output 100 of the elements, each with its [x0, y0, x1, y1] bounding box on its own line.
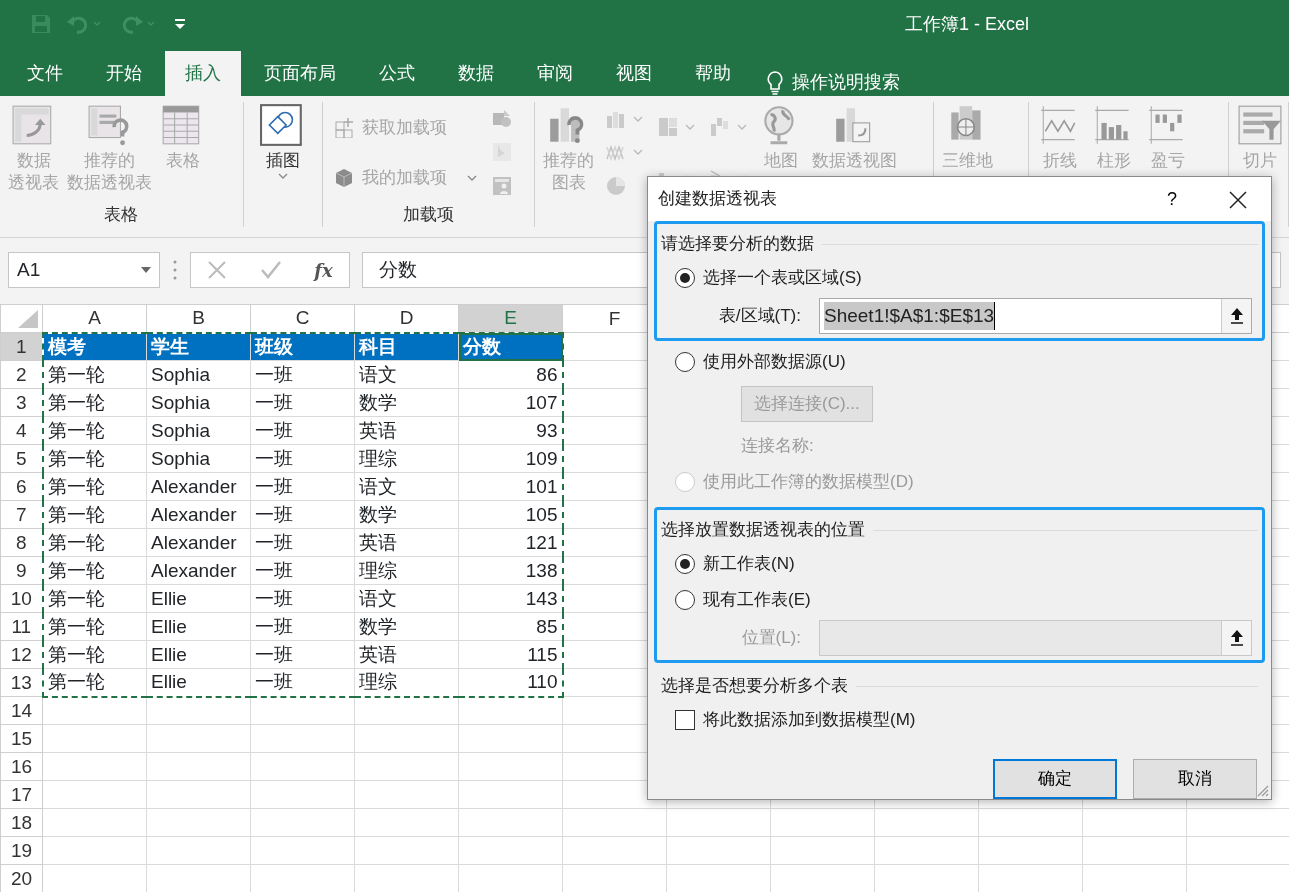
radio-button[interactable] — [675, 590, 695, 610]
table-cell[interactable]: 一班 — [250, 472, 355, 501]
column-header[interactable]: D — [354, 304, 459, 333]
table-cell[interactable]: 模考 — [42, 332, 147, 361]
ribbon-tab[interactable]: 文件 — [7, 51, 83, 96]
row-header[interactable]: 15 — [0, 724, 43, 753]
table-cell[interactable]: 143 — [458, 584, 563, 613]
radio-button[interactable] — [675, 554, 695, 574]
column-header[interactable]: A — [42, 304, 147, 333]
radio-label[interactable]: 选择一个表或区域(S) — [703, 265, 862, 291]
row-header[interactable]: 9 — [0, 556, 43, 585]
table-cell[interactable]: 一班 — [250, 500, 355, 529]
table-cell[interactable]: 一班 — [250, 360, 355, 389]
resize-grip-icon[interactable] — [1255, 783, 1269, 797]
table-cell[interactable]: 学生 — [146, 332, 251, 361]
table-cell[interactable]: 数学 — [354, 500, 459, 529]
table-cell[interactable]: 科目 — [354, 332, 459, 361]
radio-label[interactable]: 现有工作表(E) — [703, 587, 811, 613]
table-cell[interactable]: Alexander — [146, 556, 251, 585]
table-cell[interactable]: 一班 — [250, 668, 355, 697]
table-cell[interactable]: Ellie — [146, 584, 251, 613]
ribbon-tab[interactable]: 公式 — [359, 51, 435, 96]
row-header[interactable]: 11 — [0, 612, 43, 641]
table-cell[interactable]: 一班 — [250, 556, 355, 585]
table-cell[interactable]: 第一轮 — [42, 640, 147, 669]
ribbon-tab[interactable]: 页面布局 — [244, 51, 356, 96]
ribbon-tab[interactable]: 审阅 — [517, 51, 593, 96]
tell-me-search[interactable]: 操作说明搜索 — [792, 69, 900, 96]
table-cell[interactable]: 一班 — [250, 528, 355, 557]
table-cell[interactable]: 一班 — [250, 416, 355, 445]
row-header[interactable]: 13 — [0, 668, 43, 697]
table-cell[interactable]: 一班 — [250, 444, 355, 473]
table-cell[interactable]: 第一轮 — [42, 584, 147, 613]
radio-button[interactable] — [675, 268, 695, 288]
table-cell[interactable]: 105 — [458, 500, 563, 529]
table-cell[interactable]: 班级 — [250, 332, 355, 361]
ribbon-tab[interactable]: 数据 — [438, 51, 514, 96]
row-header[interactable]: 4 — [0, 416, 43, 445]
row-header[interactable]: 2 — [0, 360, 43, 389]
table-cell[interactable]: 101 — [458, 472, 563, 501]
radio-button[interactable] — [675, 352, 695, 372]
table-cell[interactable]: 121 — [458, 528, 563, 557]
table-cell[interactable]: 第一轮 — [42, 472, 147, 501]
table-cell[interactable]: 115 — [458, 640, 563, 669]
radio-label[interactable]: 新工作表(N) — [703, 551, 795, 577]
table-cell[interactable]: 分数 — [458, 332, 563, 361]
table-cell[interactable]: Sophia — [146, 444, 251, 473]
table-cell[interactable]: 理综 — [354, 444, 459, 473]
table-cell[interactable]: 数学 — [354, 388, 459, 417]
table-cell[interactable]: 107 — [458, 388, 563, 417]
table-cell[interactable]: Ellie — [146, 668, 251, 697]
customize-icon[interactable] — [174, 17, 186, 31]
table-cell[interactable]: 英语 — [354, 528, 459, 557]
table-cell[interactable]: 第一轮 — [42, 360, 147, 389]
radio-label[interactable]: 使用外部数据源(U) — [703, 349, 846, 375]
ribbon-tab[interactable]: 开始 — [86, 51, 162, 96]
save-icon[interactable] — [30, 13, 52, 35]
cancel-icon[interactable] — [207, 260, 228, 280]
table-cell[interactable]: 第一轮 — [42, 668, 147, 697]
table-cell[interactable]: 一班 — [250, 388, 355, 417]
table-cell[interactable]: 一班 — [250, 612, 355, 641]
row-header[interactable]: 7 — [0, 500, 43, 529]
table-cell[interactable]: 理综 — [354, 668, 459, 697]
table-cell[interactable]: 110 — [458, 668, 563, 697]
help-button[interactable]: ? — [1161, 184, 1183, 214]
row-header[interactable]: 14 — [0, 696, 43, 725]
row-header[interactable]: 19 — [0, 836, 43, 865]
table-cell[interactable]: Ellie — [146, 640, 251, 669]
table-cell[interactable]: 第一轮 — [42, 416, 147, 445]
row-header[interactable]: 16 — [0, 752, 43, 781]
column-header[interactable]: B — [146, 304, 251, 333]
row-header[interactable]: 12 — [0, 640, 43, 669]
dialog-button[interactable]: 取消 — [1133, 759, 1257, 799]
row-header[interactable]: 18 — [0, 808, 43, 837]
table-cell[interactable]: 第一轮 — [42, 500, 147, 529]
table-cell[interactable]: 第一轮 — [42, 388, 147, 417]
table-cell[interactable]: Sophia — [146, 388, 251, 417]
table-cell[interactable]: 英语 — [354, 416, 459, 445]
table-cell[interactable]: 138 — [458, 556, 563, 585]
column-header[interactable]: C — [250, 304, 355, 333]
check-icon[interactable] — [259, 260, 282, 280]
insert-function-button[interactable]: fx — [314, 256, 333, 284]
table-cell[interactable]: 语文 — [354, 472, 459, 501]
table-cell[interactable]: 理综 — [354, 556, 459, 585]
ribbon-button[interactable]: 插图 — [258, 102, 309, 203]
row-header[interactable]: 6 — [0, 472, 43, 501]
table-cell[interactable]: Alexander — [146, 472, 251, 501]
row-header[interactable]: 5 — [0, 444, 43, 473]
checkbox[interactable] — [675, 710, 695, 730]
column-header[interactable]: E — [458, 304, 563, 333]
checkbox-label[interactable]: 将此数据添加到数据模型(M) — [703, 707, 916, 733]
select-all-icon[interactable] — [18, 310, 38, 329]
table-cell[interactable]: 语文 — [354, 360, 459, 389]
table-cell[interactable]: Alexander — [146, 528, 251, 557]
table-cell[interactable]: 一班 — [250, 640, 355, 669]
table-cell[interactable]: 109 — [458, 444, 563, 473]
row-header[interactable]: 1 — [0, 332, 43, 361]
table-cell[interactable]: 数学 — [354, 612, 459, 641]
ribbon-tab[interactable]: 帮助 — [675, 51, 751, 96]
table-cell[interactable]: 一班 — [250, 584, 355, 613]
